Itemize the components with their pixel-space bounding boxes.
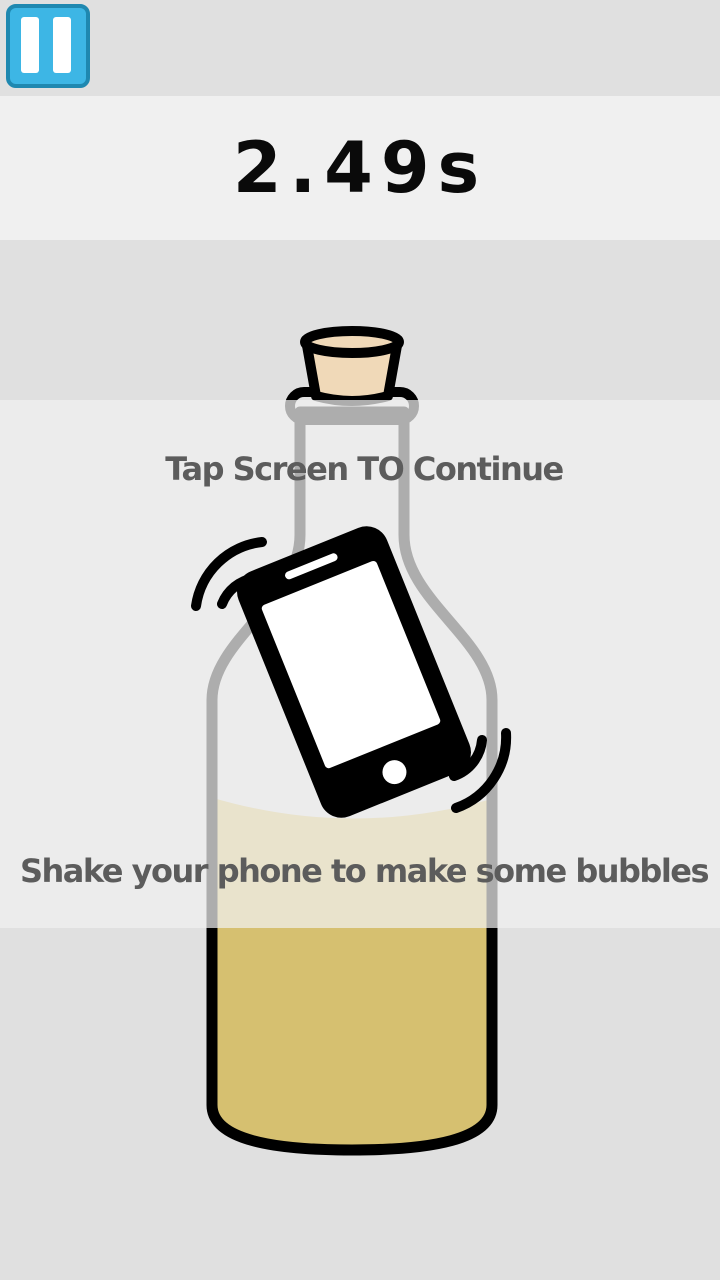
shake-instruction-text: Shake your phone to make some bubbles [19, 852, 710, 890]
cork-top [300, 326, 404, 358]
tap-to-continue-text: Tap Screen TO Continue [165, 450, 564, 488]
timer-text: 2.49s [232, 127, 488, 209]
timer-bar: 2.49s [0, 96, 720, 240]
pause-icon [6, 4, 90, 88]
tap-to-continue-overlay[interactable]: Tap Screen TO Continue Shake your phone … [0, 400, 720, 928]
pause-button[interactable] [6, 4, 90, 88]
